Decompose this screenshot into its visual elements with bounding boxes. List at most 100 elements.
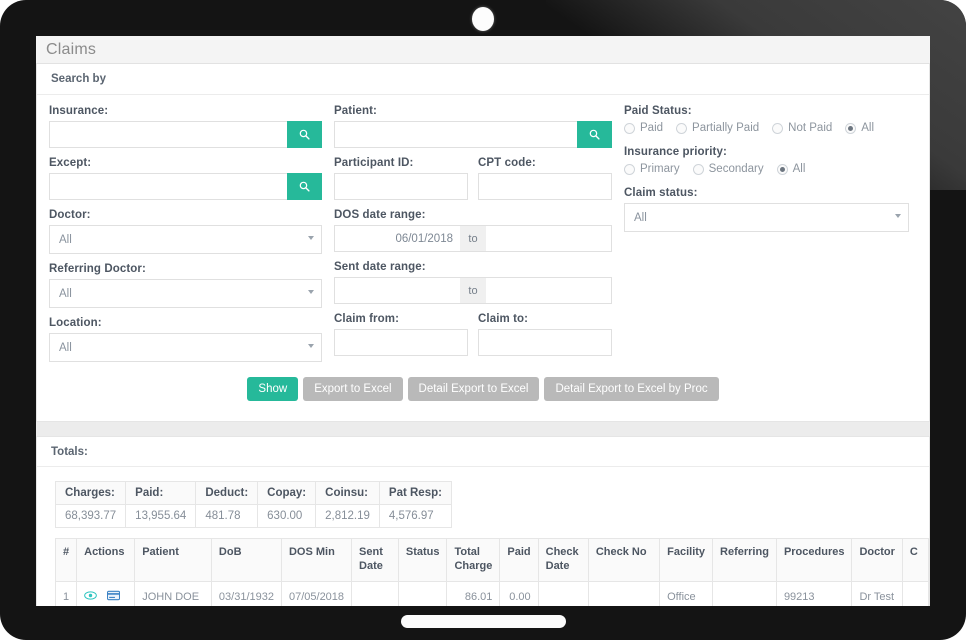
search-by-bar: Search by [37,64,929,95]
radio-insurance-priority-all[interactable]: All [776,163,805,175]
form-column-left: Insurance: Except: Doctor: All Referring… [49,105,334,371]
search-panel: Search by Insurance: Except: Doctor: All… [36,64,930,422]
claim-status-label: Claim status: [624,187,698,199]
claim-range-row: Claim from: Claim to: [334,313,612,356]
radio-paid-status-all[interactable]: All [845,122,874,134]
totals-label: Totals: [51,445,88,458]
doctor-select[interactable]: All [49,225,322,254]
referring-doctor-select-value: All [59,287,72,300]
grid-header-facility[interactable]: Facility [659,538,714,582]
export-to-excel-button[interactable]: Export to Excel [303,377,403,401]
totals-header-pat-resp: Pat Resp: [378,481,452,505]
paid-status-radios: Paid Partially Paid Not Paid All [624,121,909,134]
page-header: Claims [36,36,930,64]
claim-status-select-value: All [634,211,647,224]
insurance-search-button[interactable] [287,121,322,148]
patient-search-button[interactable] [577,121,612,148]
radio-paid[interactable]: Paid [624,122,663,134]
claim-from-input[interactable] [334,329,468,356]
radio-not-paid[interactable]: Not Paid [772,122,832,134]
claim-status-field: Claim status: All [624,187,909,232]
totals-value-paid: 13,955.64 [125,504,197,528]
totals-header-copay: Copay: [257,481,317,505]
tablet-device-frame: Claims Search by Insurance: Except: Doct… [0,0,966,640]
referring-doctor-select[interactable]: All [49,279,322,308]
grid-header-check-date[interactable]: Check Date [537,538,589,582]
radio-primary[interactable]: Primary [624,163,680,175]
radio-primary-label: Primary [640,163,680,175]
totals-header-coinsu: Coinsu: [315,481,380,505]
screen: Claims Search by Insurance: Except: Doct… [36,36,930,606]
search-icon [299,181,310,192]
radio-partially-paid[interactable]: Partially Paid [676,122,759,134]
grid-header-dos-min[interactable]: DOS Min [280,538,353,582]
location-select-value: All [59,341,72,354]
cell-referring [712,580,777,606]
participant-id-input[interactable] [334,173,468,200]
search-by-label: Search by [51,73,106,85]
cell-dos-min: 07/05/2018 [280,580,353,606]
dos-date-to-label: to [460,225,486,252]
insurance-priority-radios: Primary Secondary All [624,162,909,175]
patient-input[interactable] [334,121,577,148]
totals-header-row: Charges: Paid: Deduct: Copay: Coinsu: Pa… [54,481,452,505]
totals-value-charges: 68,393.77 [54,504,127,528]
eye-icon[interactable] [84,590,97,605]
card-icon[interactable] [107,590,121,605]
page-title: Claims [46,40,97,58]
sent-date-range-label: Sent date range: [334,261,426,273]
claim-to-input[interactable] [478,329,612,356]
totals-header-charges: Charges: [54,481,127,505]
cell-facility: Office [659,580,714,606]
insurance-input[interactable] [49,121,287,148]
cell-procedures: 99213 [775,580,853,606]
totals-table: Charges: Paid: Deduct: Copay: Coinsu: Pa… [54,481,452,528]
grid-header-dob[interactable]: DoB [210,538,282,582]
show-button[interactable]: Show [247,377,299,401]
dos-date-from-input[interactable] [334,225,460,252]
detail-export-to-excel-by-proc-button[interactable]: Detail Export to Excel by Proc [544,377,719,401]
grid-header-patient[interactable]: Patient [134,538,212,582]
participant-id-label: Participant ID: [334,157,414,169]
grid-header-paid[interactable]: Paid [499,538,539,582]
search-icon [299,129,310,140]
cell-truncated [901,580,929,606]
grid-header-actions[interactable]: Actions [76,538,136,582]
totals-header-paid: Paid: [125,481,197,505]
chevron-down-icon [308,344,314,348]
grid-header-check-no[interactable]: Check No [587,538,661,582]
grid-header-total-charge[interactable]: Total Charge [446,538,501,582]
totals-value-pat-resp: 4,576.97 [378,504,452,528]
detail-export-to-excel-button[interactable]: Detail Export to Excel [407,377,540,401]
except-input[interactable] [49,173,287,200]
claim-status-select[interactable]: All [624,203,909,232]
dos-date-range-field: DOS date range: to [334,209,612,252]
patient-field: Patient: [334,105,612,148]
radio-circle-icon [676,122,688,134]
grid-header-num[interactable]: # [54,538,78,582]
cpt-code-input[interactable] [478,173,612,200]
claim-from-label: Claim from: [334,313,399,325]
chevron-down-icon [308,290,314,294]
location-select[interactable]: All [49,333,322,362]
dos-date-to-input[interactable] [486,225,612,252]
home-button[interactable] [401,615,566,628]
radio-secondary[interactable]: Secondary [692,163,764,175]
cell-status [397,580,448,606]
dos-date-range-label: DOS date range: [334,209,426,221]
sent-date-from-input[interactable] [334,277,460,304]
except-search-button[interactable] [287,173,322,200]
claim-to-field: Claim to: [478,313,612,356]
grid-header-truncated[interactable]: C [901,538,929,582]
sent-date-to-input[interactable] [486,277,612,304]
table-row[interactable]: 1 JOHN DOE 03/31/1932 07/05/2018 86.01 0… [54,580,929,606]
grid-header-sent-date[interactable]: Sent Date [351,538,399,582]
radio-circle-icon [692,163,704,175]
totals-value-deduct: 481.78 [195,504,259,528]
grid-header-procedures[interactable]: Procedures [775,538,853,582]
grid-header-referring[interactable]: Referring [712,538,777,582]
grid-header-status[interactable]: Status [397,538,448,582]
grid-header-doctor[interactable]: Doctor [851,538,903,582]
radio-circle-icon [772,122,784,134]
radio-paid-label: Paid [640,122,664,134]
